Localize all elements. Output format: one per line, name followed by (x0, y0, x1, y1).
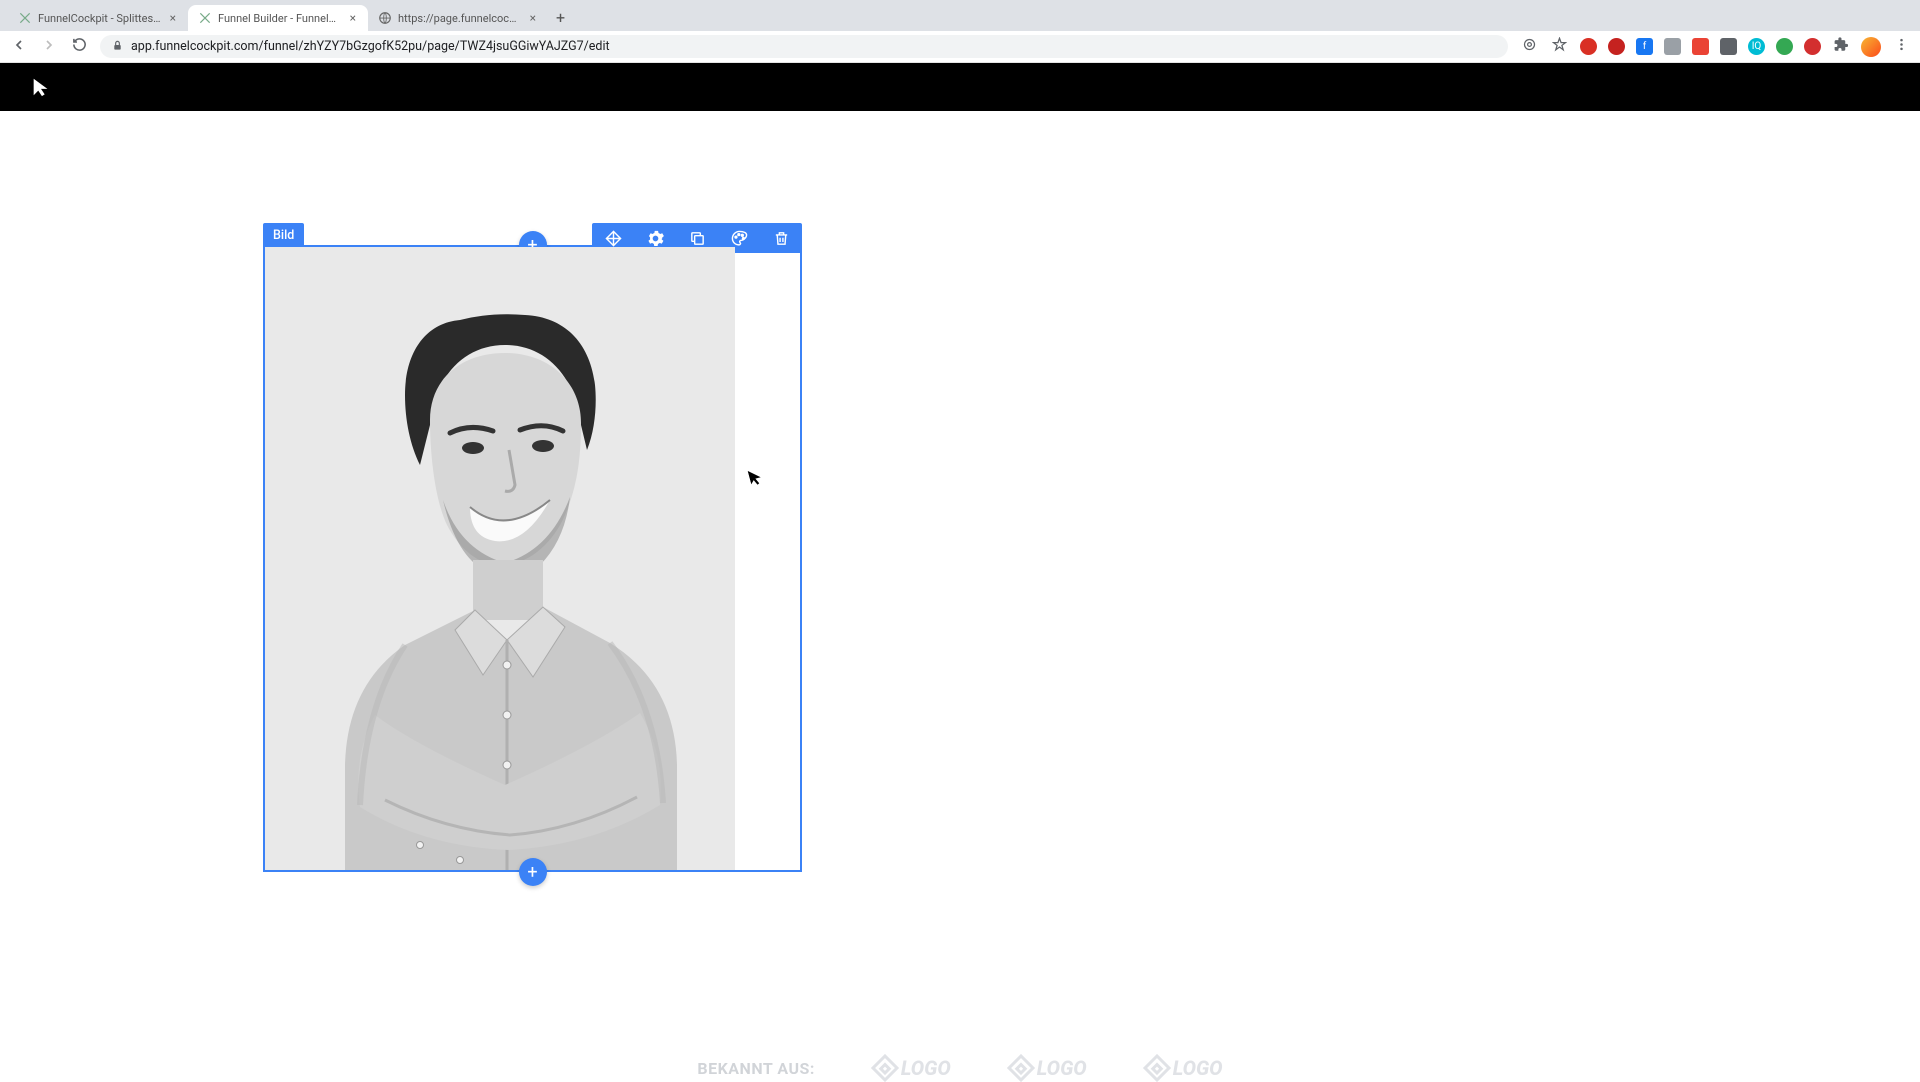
favicon-icon (198, 11, 212, 25)
tab-title: Funnel Builder - FunnelCockpit (218, 12, 342, 25)
logo-placeholder: LOGO (1147, 1056, 1223, 1080)
placeholder-image (265, 247, 735, 870)
extension-icon[interactable] (1776, 38, 1793, 55)
element-type-label: Bild (263, 223, 304, 248)
browser-tab[interactable]: https://page.funnelcockpit.co × (368, 5, 548, 31)
editor-canvas[interactable]: Bild + (0, 111, 1920, 1080)
add-below-button[interactable]: + (519, 858, 547, 886)
tab-title: FunnelCockpit - Splittests, Ma (38, 12, 162, 25)
app-header (0, 63, 1920, 111)
extension-icon[interactable] (1720, 38, 1737, 55)
app-logo-icon (30, 76, 52, 98)
url-field[interactable]: app.funnelcockpit.com/funnel/zhYZY7bGzgo… (100, 35, 1508, 58)
extension-icon[interactable]: f (1636, 38, 1653, 55)
menu-dots-icon[interactable] (1892, 37, 1910, 56)
extensions-row: f IQ (1580, 37, 1910, 57)
close-icon[interactable]: × (528, 11, 538, 25)
logo-placeholder: LOGO (875, 1056, 951, 1080)
address-bar: app.funnelcockpit.com/funnel/zhYZY7bGzgo… (0, 31, 1920, 63)
back-button[interactable] (10, 37, 28, 57)
close-icon[interactable]: × (168, 11, 178, 25)
favicon-icon (378, 11, 392, 25)
known-from-section: BEKANNT AUS: LOGO LOGO LOGO (0, 1046, 1920, 1080)
lock-icon (112, 40, 123, 54)
favicon-icon (18, 11, 32, 25)
new-tab-button[interactable]: + (548, 4, 573, 31)
browser-tab-strip: FunnelCockpit - Splittests, Ma × Funnel … (0, 0, 1920, 31)
known-from-label: BEKANNT AUS: (697, 1059, 814, 1078)
browser-tab[interactable]: FunnelCockpit - Splittests, Ma × (8, 5, 188, 31)
reload-button[interactable] (70, 37, 88, 56)
image-element[interactable] (263, 245, 802, 872)
extension-icon[interactable] (1692, 38, 1709, 55)
extension-icon[interactable] (1664, 38, 1681, 55)
close-icon[interactable]: × (348, 11, 358, 25)
star-icon[interactable] (1550, 37, 1568, 56)
tab-title: https://page.funnelcockpit.co (398, 12, 522, 25)
selected-element[interactable]: Bild + (263, 245, 802, 872)
extension-icon[interactable] (1580, 38, 1597, 55)
url-text: app.funnelcockpit.com/funnel/zhYZY7bGzgo… (131, 39, 610, 54)
extensions-menu-icon[interactable] (1832, 37, 1850, 56)
extension-icon[interactable] (1804, 38, 1821, 55)
logo-placeholder: LOGO (1011, 1056, 1087, 1080)
browser-tab-active[interactable]: Funnel Builder - FunnelCockpit × (188, 5, 368, 31)
forward-button[interactable] (40, 37, 58, 57)
profile-avatar[interactable] (1861, 37, 1881, 57)
delete-button[interactable] (760, 223, 802, 253)
extension-icon[interactable]: IQ (1748, 38, 1765, 55)
extension-icon[interactable] (1608, 38, 1625, 55)
site-settings-icon[interactable] (1520, 37, 1538, 56)
